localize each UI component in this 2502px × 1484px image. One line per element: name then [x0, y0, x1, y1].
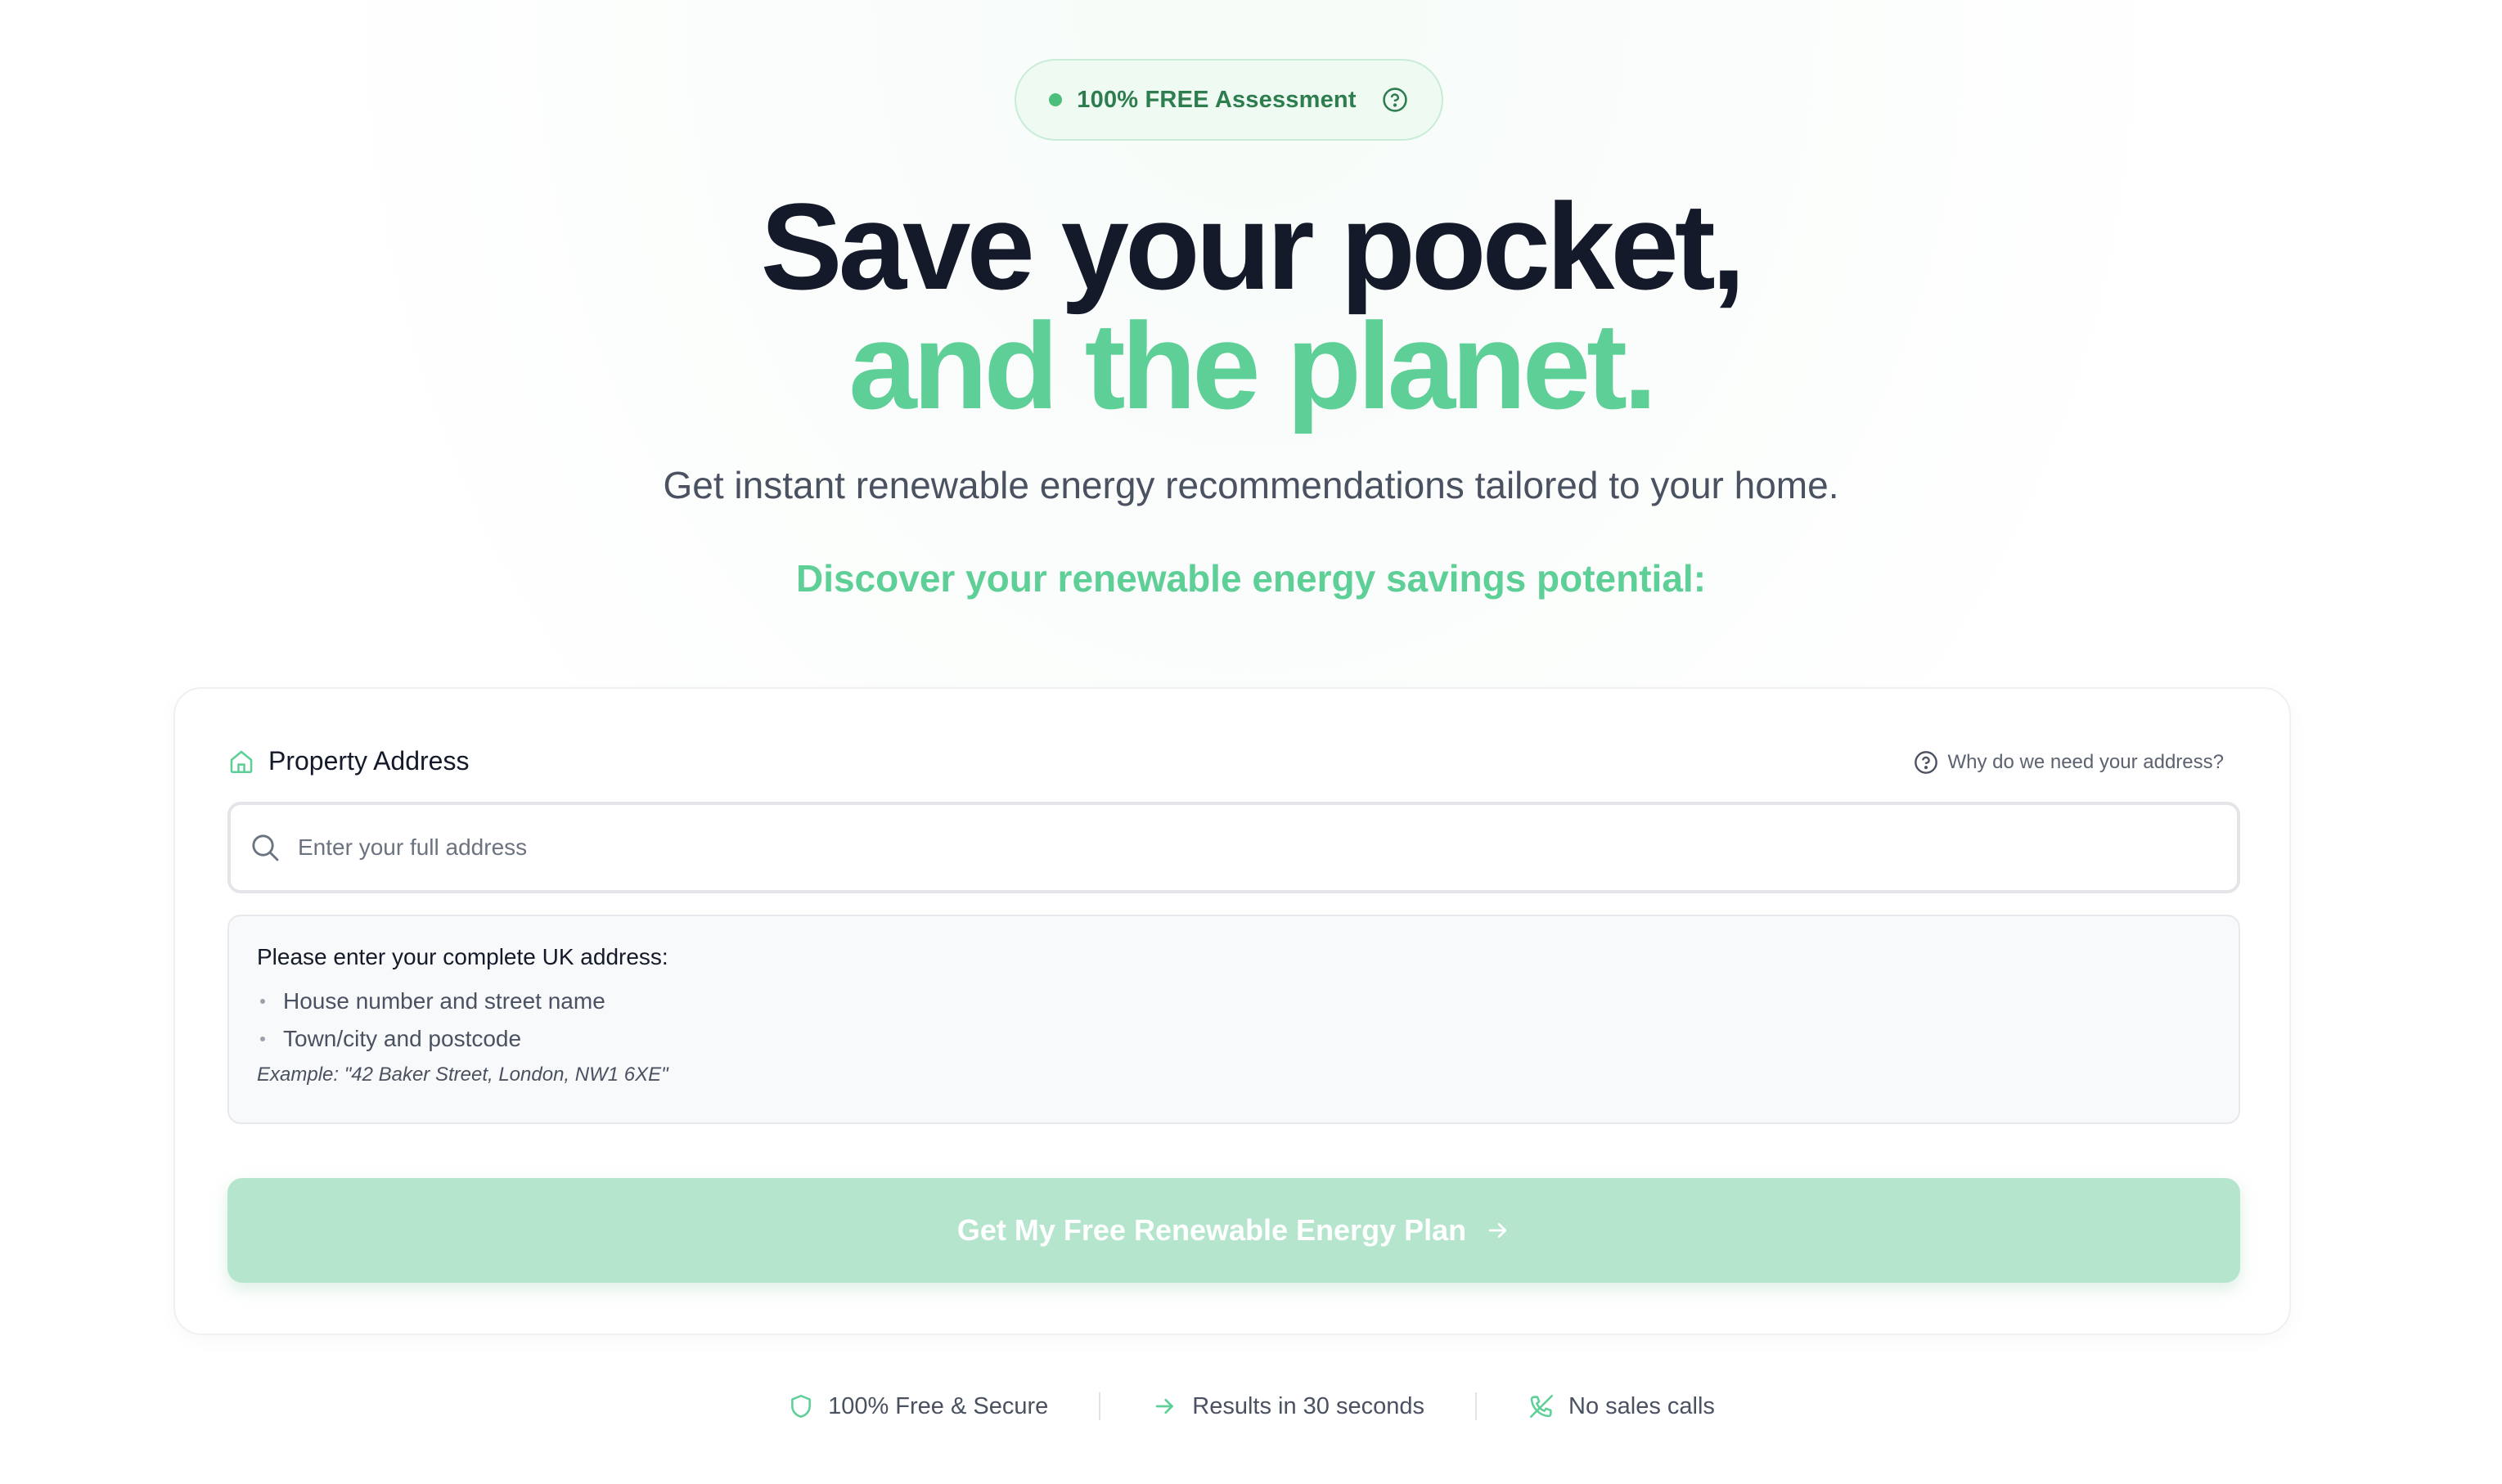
get-plan-label: Get My Free Renewable Energy Plan	[956, 1213, 1467, 1247]
discover-heading: Discover your renewable energy savings p…	[795, 557, 1707, 600]
arrow-right-icon	[1151, 1392, 1179, 1420]
arrow-right-icon	[1486, 1218, 1510, 1243]
hint-example: Example: "42 Baker Street, London, NW1 6…	[257, 1064, 668, 1086]
trust-item-results: Results in 30 seconds	[1151, 1392, 1424, 1420]
hero-subtitle: Get instant renewable energy recommendat…	[663, 464, 1839, 506]
hint-title: Please enter your complete UK address:	[257, 944, 668, 969]
address-input-container[interactable]	[227, 802, 2240, 893]
trust-indicators: 100% Free & Secure Results in 30 seconds…	[0, 1392, 2502, 1420]
address-input[interactable]	[296, 804, 2237, 891]
page: 100% FREE Assessment Save your pocket, a…	[0, 0, 2502, 1484]
help-circle-icon[interactable]	[1381, 86, 1409, 114]
trust-label: No sales calls	[1568, 1392, 1715, 1419]
hint-item: House number and street name	[257, 988, 2211, 1014]
hint-item-text: Town/city and postcode	[283, 1026, 522, 1051]
hint-item: Town/city and postcode	[257, 1026, 2211, 1052]
badge-label: 100% FREE Assessment	[1077, 86, 1357, 113]
field-header: Property Address	[227, 746, 469, 776]
help-circle-icon	[1913, 749, 1939, 776]
trust-label: 100% Free & Secure	[828, 1392, 1049, 1419]
free-assessment-badge: 100% FREE Assessment	[1015, 59, 1443, 141]
home-icon	[227, 748, 255, 776]
status-dot	[1049, 93, 1063, 106]
bullet	[260, 999, 265, 1004]
trust-item-no-sales-calls: No sales calls	[1528, 1392, 1715, 1420]
phone-off-icon	[1528, 1392, 1555, 1420]
hint-item-text: House number and street name	[283, 988, 605, 1014]
divider	[1099, 1392, 1101, 1420]
search-icon	[249, 831, 281, 864]
trust-item-free-secure: 100% Free & Secure	[787, 1392, 1048, 1420]
address-hint-box: Please enter your complete UK address: H…	[227, 915, 2240, 1124]
headline-line-2: and the planet.	[848, 297, 1657, 434]
get-plan-button[interactable]: Get My Free Renewable Energy Plan	[227, 1178, 2240, 1283]
why-address-text: Why do we need your address?	[1947, 751, 2224, 773]
property-address-label: Property Address	[268, 746, 470, 776]
headline-line-1: Save your pocket,	[760, 178, 1746, 315]
divider	[1475, 1392, 1477, 1420]
trust-label: Results in 30 seconds	[1192, 1392, 1424, 1419]
address-form-card: Property Address Why do we need your add…	[173, 687, 2291, 1335]
why-address-link[interactable]: Why do we need your address?	[1913, 749, 2224, 776]
bullet	[260, 1037, 265, 1041]
shield-icon	[787, 1392, 815, 1420]
